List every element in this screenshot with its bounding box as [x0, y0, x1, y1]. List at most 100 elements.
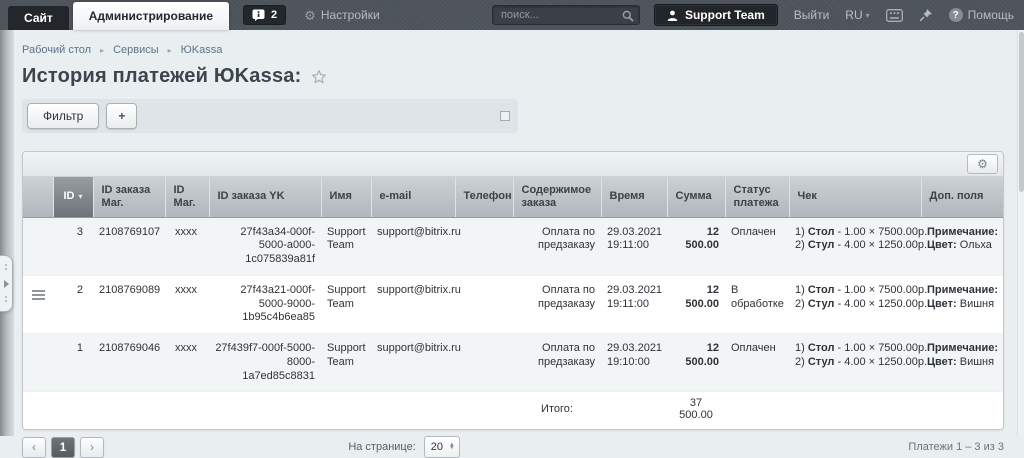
cell-status: Оплачен [725, 217, 789, 275]
table-row[interactable]: 1 2108769046 xxxx 27f439f7-000f-5000-800… [23, 334, 1003, 392]
cell-yk-order-id: 27f43a21-000f-5000-9000-1b95c4b6ea85 [209, 275, 321, 333]
scrollbar-thumb[interactable] [1019, 32, 1024, 192]
page-1-button[interactable]: 1 [51, 437, 75, 458]
notifications-count: 2 [271, 9, 277, 21]
column-header-shop-id[interactable]: ID Маг. [165, 177, 209, 217]
cell-id: 1 [53, 334, 93, 392]
table-body: 3 2108769107 xxxx 27f43a34-000f-5000-a00… [23, 217, 1003, 392]
search-box [492, 5, 640, 25]
cell-order-content: Оплата по предзаказу [513, 334, 601, 392]
column-header-order-content[interactable]: Содержимое заказа [513, 177, 601, 217]
help-button[interactable]: ? Помощь [949, 8, 1014, 22]
cell-sum: 12 500.00 [667, 217, 725, 275]
expand-arrow-icon [4, 280, 9, 288]
vertical-scrollbar[interactable] [1017, 30, 1024, 436]
cell-name: Support Team [321, 275, 371, 333]
search-input[interactable] [492, 5, 640, 25]
favorite-star-icon[interactable] [311, 69, 327, 85]
pagination-bar: ‹ 1 › На странице: 20 ▲▼ Платежи 1 – 3 и… [22, 436, 1004, 458]
cell-shop-id: xxxx [165, 275, 209, 333]
breadcrumb-item-services[interactable]: Сервисы [113, 44, 159, 56]
language-label: RU [845, 8, 862, 22]
logout-link[interactable]: Выйти [794, 8, 830, 22]
payments-table: ID▾ ID заказа Маг. ID Маг. ID заказа YK … [23, 177, 1003, 429]
tab-site[interactable]: Сайт [8, 6, 69, 30]
search-icon[interactable] [622, 9, 634, 27]
sidebar-expand-handle[interactable] [0, 255, 13, 312]
cell-time: 29.03.2021 19:11:00 [601, 275, 667, 333]
total-empty-cell [23, 392, 513, 430]
cell-status: Оплачен [725, 334, 789, 392]
cell-order-id: 2108769046 [93, 334, 165, 392]
cell-email: support@bitrix.ru [371, 275, 455, 333]
total-empty-cell [601, 392, 667, 430]
filter-collapse-icon[interactable] [500, 111, 510, 121]
column-header-order-id[interactable]: ID заказа Маг. [93, 177, 165, 217]
filter-button[interactable]: Фильтр [27, 103, 99, 129]
breadcrumb-item-yookassa[interactable]: ЮKassa [181, 44, 223, 56]
drag-dots-icon [4, 295, 9, 304]
column-header-sum[interactable]: Сумма [667, 177, 725, 217]
person-icon [667, 10, 678, 21]
next-page-button[interactable]: › [80, 437, 104, 458]
column-header-email[interactable]: e-mail [371, 177, 455, 217]
total-label: Итого: [513, 392, 601, 430]
filter-bar: Фильтр + [22, 99, 518, 133]
cell-extra-fields: Примечание: Цвет: Ольха [921, 217, 1003, 275]
per-page-label: На странице: [348, 441, 415, 453]
cell-id: 2 [53, 275, 93, 333]
column-header-name[interactable]: Имя [321, 177, 371, 217]
user-name: Support Team [685, 8, 765, 22]
records-range-label: Платежи 1 – 3 из 3 [908, 441, 1004, 453]
drag-dots-icon [4, 263, 9, 272]
add-filter-button[interactable]: + [106, 103, 137, 129]
user-menu-button[interactable]: Support Team [654, 4, 778, 26]
help-label: Помощь [968, 8, 1014, 22]
cell-phone [455, 334, 513, 392]
sort-desc-icon: ▾ [78, 192, 82, 201]
column-header-extra-fields[interactable]: Доп. поля [921, 177, 1003, 217]
notifications-button[interactable]: 2 [243, 5, 286, 25]
payments-table-widget: ⚙ ID ▾ ID заказа Маг. ID Маг. ID заказа Y… [22, 151, 1004, 430]
cell-sum: 12 500.00 [667, 334, 725, 392]
chevron-down-icon: ▾ [866, 11, 870, 20]
breadcrumb-separator-icon: ▸ [100, 46, 104, 55]
cell-row-menu [23, 334, 53, 392]
row-menu-icon[interactable] [32, 288, 45, 302]
column-header-id[interactable]: ID ▾ [53, 177, 93, 217]
table-settings-button[interactable]: ⚙ [967, 154, 998, 174]
column-header-time[interactable]: Время [601, 177, 667, 217]
cell-order-content: Оплата по предзаказу [513, 275, 601, 333]
cell-order-content: Оплата по предзаказу [513, 217, 601, 275]
column-header-yk-order-id[interactable]: ID заказа YK [209, 177, 321, 217]
breadcrumb: Рабочий стол ▸ Сервисы ▸ ЮKassa [22, 44, 1004, 56]
language-switcher[interactable]: RU ▾ [845, 8, 869, 22]
cell-time: 29.03.2021 19:10:00 [601, 334, 667, 392]
column-header-status[interactable]: Статус платежа [725, 177, 789, 217]
table-row[interactable]: 3 2108769107 xxxx 27f43a34-000f-5000-a00… [23, 217, 1003, 275]
settings-button[interactable]: ⚙ Настройки [304, 8, 380, 22]
settings-label: Настройки [321, 8, 380, 22]
stepper-arrows-icon: ▲▼ [449, 444, 455, 451]
cell-order-id: 2108769089 [93, 275, 165, 333]
per-page-select[interactable]: 20 ▲▼ [424, 436, 460, 458]
column-header-receipt[interactable]: Чек [789, 177, 921, 217]
breadcrumb-separator-icon: ▸ [168, 46, 172, 55]
hotkeys-keyboard-icon[interactable] [886, 9, 903, 22]
cell-name: Support Team [321, 217, 371, 275]
cell-status: В обработке [725, 275, 789, 333]
prev-page-button[interactable]: ‹ [22, 437, 46, 458]
cell-yk-order-id: 27f43a34-000f-5000-a000-1c075839a81f [209, 217, 321, 275]
column-label: ID [63, 190, 74, 202]
breadcrumb-item-desktop[interactable]: Рабочий стол [22, 44, 91, 56]
tab-administration[interactable]: Администрирование [73, 2, 229, 30]
pin-icon[interactable] [919, 8, 933, 22]
per-page-control: На странице: 20 ▲▼ [348, 436, 459, 458]
cell-email: support@bitrix.ru [371, 217, 455, 275]
cell-extra-fields: Примечание: Цвет: Вишня [921, 334, 1003, 392]
table-row[interactable]: 2 2108769089 xxxx 27f43a21-000f-5000-900… [23, 275, 1003, 333]
column-header-phone[interactable]: Телефон [455, 177, 513, 217]
monitor-info-icon [252, 9, 265, 22]
cell-email: support@bitrix.ru [371, 334, 455, 392]
cell-yk-order-id: 27f439f7-000f-5000-8000-1a7ed85c8831 [209, 334, 321, 392]
